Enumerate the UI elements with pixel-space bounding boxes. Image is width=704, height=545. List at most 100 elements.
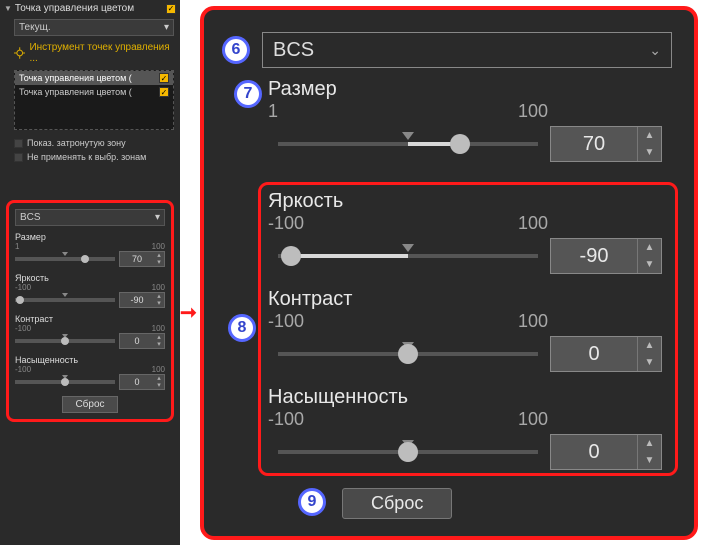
slider-thumb[interactable] bbox=[398, 344, 418, 364]
slider-thumb[interactable] bbox=[61, 337, 69, 345]
mini-spinbox[interactable]: 0▴▾ bbox=[119, 333, 165, 349]
spinbox-arrows[interactable]: ▲▼ bbox=[637, 435, 661, 469]
mini-reset-button[interactable]: Сброс bbox=[62, 396, 117, 413]
list-item[interactable]: Точка управления цветом ( ✓ bbox=[15, 71, 173, 85]
callout-7: 7 bbox=[234, 80, 262, 108]
option-show-zone[interactable]: Показ. затронутую зону bbox=[0, 136, 180, 150]
slider-tick-icon bbox=[402, 132, 414, 140]
mini-slider-label: Насыщенность bbox=[15, 355, 165, 365]
slider-tick-icon bbox=[402, 244, 414, 252]
saturation-value[interactable]: 0 bbox=[551, 435, 637, 469]
current-dropdown[interactable]: Текущ. ▾ bbox=[14, 19, 174, 36]
saturation-spinbox[interactable]: 0 ▲▼ bbox=[550, 434, 662, 470]
mini-max: 100 bbox=[152, 324, 165, 333]
mini-slider-label: Яркость bbox=[15, 273, 165, 283]
down-icon[interactable]: ▼ bbox=[638, 256, 661, 273]
option-not-apply[interactable]: Не применять к выбр. зонам bbox=[0, 150, 180, 164]
slider-thumb[interactable] bbox=[61, 378, 69, 386]
mini-slider-group: Насыщенность-1001000▴▾ bbox=[15, 355, 165, 390]
spinbox-arrows[interactable]: ▴▾ bbox=[154, 293, 164, 307]
mini-slider[interactable] bbox=[15, 339, 115, 343]
checkbox[interactable] bbox=[14, 153, 23, 162]
mini-value[interactable]: -90 bbox=[120, 295, 154, 305]
tool-label: Инструмент точек управления ... bbox=[29, 42, 174, 64]
slider-thumb[interactable] bbox=[281, 246, 301, 266]
slider-thumb[interactable] bbox=[16, 296, 24, 304]
mini-spinbox[interactable]: 70▴▾ bbox=[119, 251, 165, 267]
chevron-down-icon: ▾ bbox=[155, 212, 160, 223]
down-icon[interactable]: ▼ bbox=[638, 144, 661, 161]
section-header[interactable]: ▼ Точка управления цветом ✓ bbox=[0, 0, 180, 17]
callout-9: 9 bbox=[298, 488, 326, 516]
size-group: Размер 1 100 70 ▲▼ bbox=[268, 78, 672, 162]
size-value[interactable]: 70 bbox=[551, 127, 637, 161]
slider-thumb[interactable] bbox=[398, 442, 418, 462]
section-checkbox[interactable]: ✓ bbox=[166, 4, 176, 14]
spinbox-arrows[interactable]: ▴▾ bbox=[154, 252, 164, 266]
control-point-tool-icon bbox=[14, 47, 25, 59]
slider-fill bbox=[291, 254, 408, 258]
size-label: Размер bbox=[268, 78, 672, 101]
mini-spinbox[interactable]: 0▴▾ bbox=[119, 374, 165, 390]
list-item-checkbox[interactable]: ✓ bbox=[159, 73, 169, 83]
list-item[interactable]: Точка управления цветом ( ✓ bbox=[15, 85, 173, 99]
mini-slider[interactable] bbox=[15, 298, 115, 302]
mini-slider-group: Размер110070▴▾ bbox=[15, 232, 165, 267]
spinbox-arrows[interactable]: ▲▼ bbox=[637, 127, 661, 161]
mini-min: -100 bbox=[15, 283, 31, 292]
collapse-icon: ▼ bbox=[4, 4, 12, 13]
list-item-checkbox[interactable]: ✓ bbox=[159, 87, 169, 97]
mini-slider[interactable] bbox=[15, 380, 115, 384]
mini-value[interactable]: 70 bbox=[120, 254, 154, 264]
saturation-max: 100 bbox=[518, 409, 548, 430]
slider-thumb[interactable] bbox=[81, 255, 89, 263]
mini-slider-group: Контраст-1001000▴▾ bbox=[15, 314, 165, 349]
up-icon[interactable]: ▲ bbox=[638, 435, 661, 452]
up-icon[interactable]: ▲ bbox=[638, 239, 661, 256]
tool-row[interactable]: Инструмент точек управления ... bbox=[0, 40, 180, 68]
down-icon[interactable]: ▼ bbox=[638, 452, 661, 469]
mini-slider[interactable] bbox=[15, 257, 115, 261]
mini-filter-label: BCS bbox=[20, 212, 41, 223]
contrast-slider[interactable] bbox=[278, 352, 538, 356]
mini-value[interactable]: 0 bbox=[120, 336, 154, 346]
mini-filter-dropdown[interactable]: BCS ▾ bbox=[15, 209, 165, 226]
size-slider[interactable] bbox=[278, 142, 538, 146]
option-label: Показ. затронутую зону bbox=[27, 138, 126, 148]
size-min: 1 bbox=[268, 101, 278, 122]
brightness-spinbox[interactable]: -90 ▲▼ bbox=[550, 238, 662, 274]
reset-button[interactable]: Сброс bbox=[342, 488, 452, 519]
brightness-value[interactable]: -90 bbox=[551, 239, 637, 273]
mini-max: 100 bbox=[152, 242, 165, 251]
slider-thumb[interactable] bbox=[450, 134, 470, 154]
size-spinbox[interactable]: 70 ▲▼ bbox=[550, 126, 662, 162]
slider-tick-icon bbox=[62, 293, 68, 297]
mini-min: -100 bbox=[15, 324, 31, 333]
spinbox-arrows[interactable]: ▴▾ bbox=[154, 334, 164, 348]
list-item-label: Точка управления цветом ( bbox=[19, 87, 132, 97]
side-panel: ▼ Точка управления цветом ✓ Текущ. ▾ Инс… bbox=[0, 0, 180, 545]
spinbox-arrows[interactable]: ▲▼ bbox=[637, 337, 661, 371]
chevron-down-icon: ▾ bbox=[164, 22, 169, 33]
checkbox[interactable] bbox=[14, 139, 23, 148]
list-item-label: Точка управления цветом ( bbox=[19, 73, 132, 83]
mini-bcs-panel: BCS ▾ Размер110070▴▾Яркость-100100-90▴▾К… bbox=[6, 200, 174, 422]
mini-max: 100 bbox=[152, 283, 165, 292]
contrast-min: -100 bbox=[268, 311, 304, 332]
up-icon[interactable]: ▲ bbox=[638, 127, 661, 144]
mini-value[interactable]: 0 bbox=[120, 377, 154, 387]
up-icon[interactable]: ▲ bbox=[638, 337, 661, 354]
contrast-spinbox[interactable]: 0 ▲▼ bbox=[550, 336, 662, 372]
mini-spinbox[interactable]: -90▴▾ bbox=[119, 292, 165, 308]
brightness-slider[interactable] bbox=[278, 254, 538, 258]
brightness-min: -100 bbox=[268, 213, 304, 234]
down-icon[interactable]: ▼ bbox=[638, 354, 661, 371]
chevron-down-icon: ⌄ bbox=[649, 42, 661, 59]
mini-max: 100 bbox=[152, 365, 165, 374]
zoom-panel: 6 BCS ⌄ 7 Размер 1 100 70 ▲▼ 8 Яркость -… bbox=[200, 6, 698, 540]
contrast-value[interactable]: 0 bbox=[551, 337, 637, 371]
filter-dropdown[interactable]: BCS ⌄ bbox=[262, 32, 672, 68]
spinbox-arrows[interactable]: ▴▾ bbox=[154, 375, 164, 389]
saturation-slider[interactable] bbox=[278, 450, 538, 454]
spinbox-arrows[interactable]: ▲▼ bbox=[637, 239, 661, 273]
